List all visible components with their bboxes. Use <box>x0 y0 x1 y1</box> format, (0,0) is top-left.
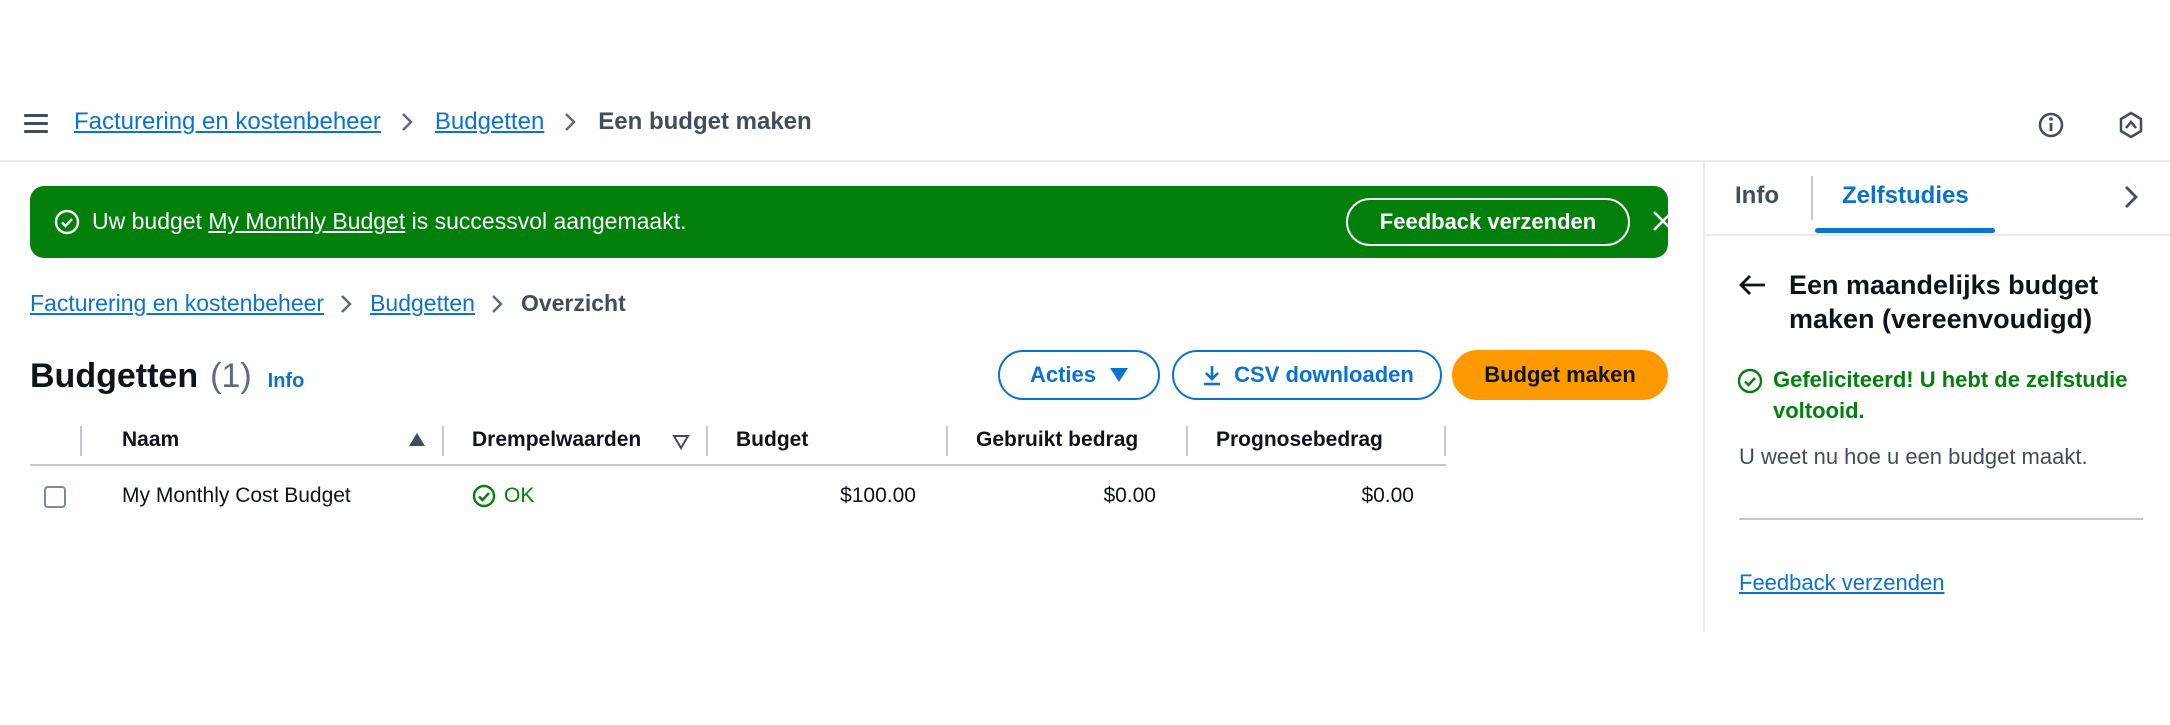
page-header: Budgetten (1) Info <box>30 357 304 396</box>
info-icon[interactable] <box>2036 110 2066 140</box>
chevron-right-icon <box>401 112 413 132</box>
threshold-status: OK <box>472 484 534 508</box>
download-icon <box>1204 366 1221 386</box>
breadcrumb: Facturering en kostenbeheer Budgetten Ee… <box>74 108 812 136</box>
divider <box>1739 518 2143 520</box>
congrats-text: Gefeliciteerd! U hebt de zelfstudie volt… <box>1773 367 2128 423</box>
active-tab-indicator <box>1815 228 1995 233</box>
feedback-link[interactable]: Feedback verzenden <box>1739 570 1944 596</box>
close-icon[interactable] <box>1650 208 1676 234</box>
budget-amount-cell: $100.00 <box>840 484 916 507</box>
chevron-right-icon <box>564 112 577 132</box>
actions-label: Acties <box>1029 362 1097 387</box>
feedback-button[interactable]: Feedback verzenden <box>1346 198 1630 246</box>
flash-message-prefix: Uw budget <box>92 208 209 234</box>
budget-name-cell: My Monthly Cost Budget <box>122 484 351 507</box>
breadcrumb-link-billing[interactable]: Facturering en kostenbeheer <box>30 290 324 317</box>
chevron-right-icon[interactable] <box>2123 184 2139 215</box>
page-title: Budgetten <box>30 357 199 395</box>
side-panel-tabs: Info Zelfstudies <box>1705 162 2170 236</box>
menu-icon[interactable] <box>24 114 48 134</box>
row-checkbox[interactable] <box>44 486 66 508</box>
sort-ascending-icon[interactable] <box>409 433 425 446</box>
caret-down-icon <box>1110 368 1129 382</box>
table-row: My Monthly Cost Budget OK $100.00 $0.00 … <box>30 466 1446 526</box>
create-budget-button[interactable]: Budget maken <box>1452 350 1668 400</box>
help-side-panel: Info Zelfstudies Een maandelijks budget … <box>1705 162 2170 632</box>
status-label: OK <box>504 484 535 507</box>
top-navigation-bar: Facturering en kostenbeheer Budgetten Ee… <box>0 0 2170 162</box>
check-circle-icon <box>472 484 496 508</box>
back-arrow-icon[interactable] <box>1737 272 1767 303</box>
breadcrumb-link-billing[interactable]: Facturering en kostenbeheer <box>74 108 381 136</box>
check-circle-icon <box>1737 368 1763 394</box>
budget-link[interactable]: My Monthly Budget <box>208 208 405 234</box>
flash-message: Uw budget My Monthly Budget is successvo… <box>92 208 686 235</box>
item-count: (1) <box>210 357 252 395</box>
check-circle-icon <box>54 209 80 235</box>
breadcrumb-link-budgets[interactable]: Budgetten <box>370 290 475 317</box>
flash-message-suffix: is successvol aangemaakt. <box>405 208 687 234</box>
column-header-forecast[interactable]: Prognosebedrag <box>1216 428 1383 452</box>
success-flash-banner: Uw budget My Monthly Budget is successvo… <box>30 186 1673 258</box>
settings-hex-icon[interactable] <box>2116 110 2146 140</box>
chevron-right-icon <box>491 294 503 314</box>
column-header-used-amount[interactable]: Gebruikt bedrag <box>976 428 1138 452</box>
breadcrumb-current: Een budget maken <box>598 108 812 135</box>
actions-dropdown-button[interactable]: Acties <box>998 350 1160 400</box>
column-header-budget[interactable]: Budget <box>736 428 808 452</box>
tab-tutorials[interactable]: Zelfstudies <box>1842 182 1969 210</box>
column-header-name[interactable]: Naam <box>122 428 179 452</box>
breadcrumb-link-budgets[interactable]: Budgetten <box>435 108 544 136</box>
breadcrumb-current: Overzicht <box>520 290 626 316</box>
sort-descending-icon[interactable] <box>672 434 690 455</box>
column-header-thresholds[interactable]: Drempelwaarden <box>472 428 641 452</box>
csv-download-label: CSV downloaden <box>1234 362 1414 387</box>
tutorial-body-text: U weet nu hoe u een budget maakt. <box>1739 444 2088 469</box>
content-breadcrumb: Facturering en kostenbeheer Budgetten Ov… <box>30 290 626 317</box>
info-link[interactable]: Info <box>268 370 305 393</box>
tab-info[interactable]: Info <box>1735 182 1779 210</box>
tutorial-title: Een maandelijks budget maken (vereenvoud… <box>1789 270 2099 334</box>
budgets-table: Naam Drempelwaarden Budget Gebruikt bedr… <box>30 420 1446 526</box>
csv-download-button[interactable]: CSV downloaden <box>1172 350 1442 400</box>
forecast-amount-cell: $0.00 <box>1361 484 1414 507</box>
table-header: Naam Drempelwaarden Budget Gebruikt bedr… <box>30 420 1446 466</box>
chevron-right-icon <box>340 294 352 314</box>
used-amount-cell: $0.00 <box>1103 484 1156 507</box>
